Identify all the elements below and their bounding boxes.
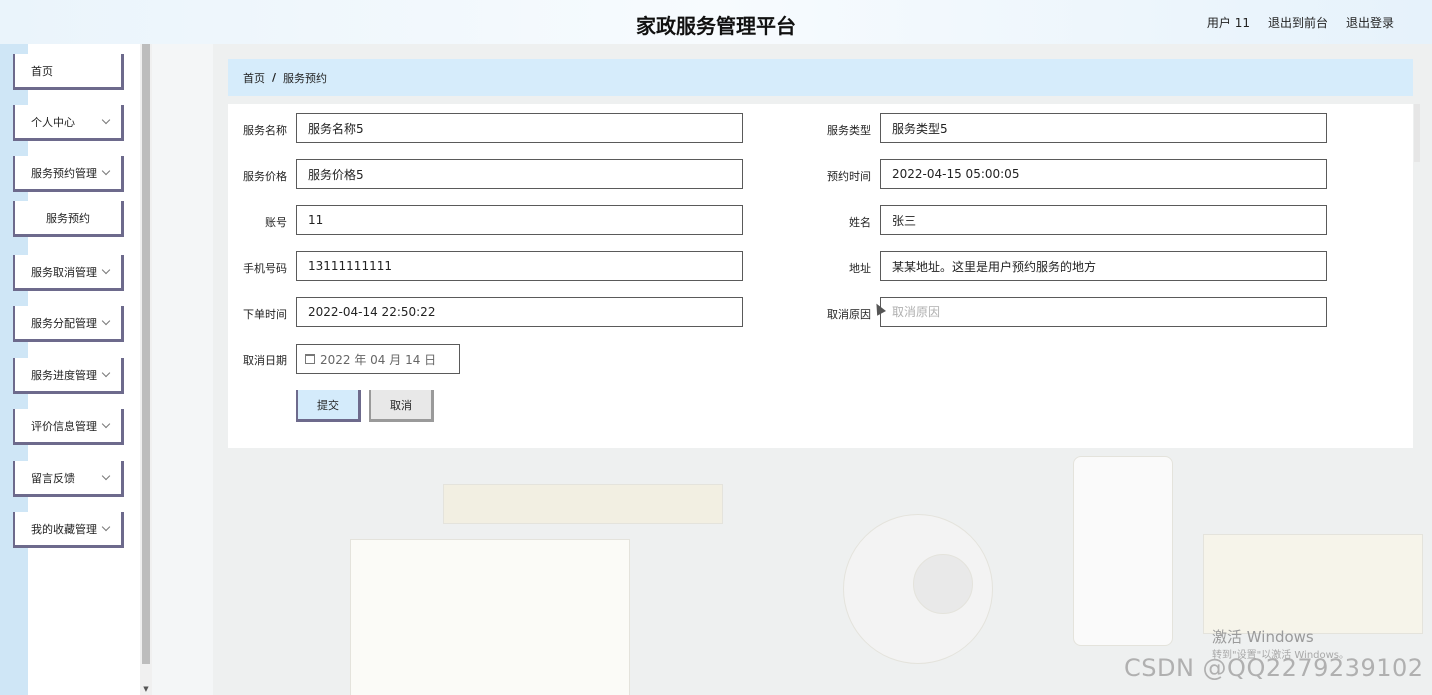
windows-activation-title: 激活 Windows	[1212, 628, 1314, 646]
csdn-watermark: CSDN @QQ2279239102	[1124, 654, 1424, 682]
sidebar-item-label: 留言反馈	[31, 471, 75, 485]
top-header: 家政服务管理平台 用户 11 退出到前台 退出登录	[0, 0, 1432, 44]
cancel-date-value: 2022 年 04 月 14 日	[320, 352, 437, 367]
sidebar-item-label: 首页	[31, 64, 53, 78]
service-price-label: 服务价格	[243, 170, 287, 183]
cancel-date-picker[interactable]: 2022 年 04 月 14 日	[296, 344, 460, 374]
panel-scrollbar[interactable]	[1414, 104, 1420, 162]
sidebar-item-booking-management[interactable]: 服务预约管理	[13, 156, 124, 192]
breadcrumb-separator: /	[272, 71, 277, 84]
sidebar-item-label: 服务进度管理	[31, 368, 97, 382]
sidebar-item-feedback[interactable]: 留言反馈	[13, 461, 124, 497]
service-type-label: 服务类型	[827, 124, 871, 137]
cancel-reason-label: 取消原因	[827, 308, 871, 321]
sidebar-item-label: 服务分配管理	[31, 316, 97, 330]
current-user-link[interactable]: 用户 11	[1207, 14, 1250, 31]
exit-to-front-link[interactable]: 退出到前台	[1268, 14, 1328, 31]
account-input[interactable]	[296, 205, 743, 235]
submit-button[interactable]: 提交	[296, 390, 361, 422]
sidebar-item-review-management[interactable]: 评价信息管理	[13, 409, 124, 445]
breadcrumb-current: 服务预约	[283, 71, 328, 85]
chevron-down-icon	[101, 419, 111, 429]
order-time-input[interactable]	[296, 297, 743, 327]
name-label: 姓名	[849, 216, 871, 229]
background-decoration	[913, 554, 973, 614]
phone-input[interactable]	[296, 251, 743, 281]
sidebar-subitem-booking[interactable]: 服务预约	[13, 201, 124, 237]
sidebar-scrollbar-thumb[interactable]	[142, 44, 150, 664]
breadcrumb: 首页 / 服务预约	[228, 59, 1413, 96]
sidebar-item-cancel-management[interactable]: 服务取消管理	[13, 255, 124, 291]
name-input[interactable]	[880, 205, 1327, 235]
background-decoration	[443, 484, 723, 524]
address-input[interactable]	[880, 251, 1327, 281]
phone-label: 手机号码	[243, 262, 287, 275]
chevron-down-icon	[101, 522, 111, 532]
logout-link[interactable]: 退出登录	[1346, 14, 1394, 31]
sidebar-item-label: 我的收藏管理	[31, 522, 97, 536]
chevron-down-icon	[101, 316, 111, 326]
account-label: 账号	[265, 216, 287, 229]
background-decoration	[1203, 534, 1423, 634]
background-decoration	[1073, 456, 1173, 646]
booking-time-label: 预约时间	[827, 170, 871, 183]
sidebar-item-home[interactable]: 首页	[13, 54, 124, 90]
service-name-input[interactable]	[296, 113, 743, 143]
sidebar-item-personal-center[interactable]: 个人中心	[13, 105, 124, 141]
service-price-input[interactable]	[296, 159, 743, 189]
sidebar-item-label: 个人中心	[31, 115, 75, 129]
breadcrumb-home[interactable]: 首页	[243, 70, 265, 86]
chevron-down-icon	[101, 471, 111, 481]
calendar-icon	[305, 354, 315, 364]
service-name-label: 服务名称	[243, 124, 287, 137]
chevron-down-icon	[101, 265, 111, 275]
cancel-button[interactable]: 取消	[369, 390, 434, 422]
cancel-date-label: 取消日期	[243, 354, 287, 367]
order-time-label: 下单时间	[243, 308, 287, 321]
sidebar-item-favorites-management[interactable]: 我的收藏管理	[13, 512, 124, 548]
sidebar-item-label: 服务预约	[46, 211, 90, 225]
chevron-down-icon	[101, 368, 111, 378]
scroll-down-arrow-icon[interactable]: ▼	[142, 684, 150, 694]
header-actions: 用户 11 退出到前台 退出登录	[1207, 14, 1394, 31]
sidebar-item-label: 服务取消管理	[31, 265, 97, 279]
chevron-down-icon	[101, 166, 111, 176]
chevron-down-icon	[101, 115, 111, 125]
background-decoration	[350, 539, 630, 695]
booking-time-input[interactable]	[880, 159, 1327, 189]
sidebar-item-allocation-management[interactable]: 服务分配管理	[13, 306, 124, 342]
service-type-input[interactable]	[880, 113, 1327, 143]
sidebar-item-progress-management[interactable]: 服务进度管理	[13, 358, 124, 394]
sidebar-item-label: 服务预约管理	[31, 166, 97, 180]
sidebar-item-label: 评价信息管理	[31, 419, 97, 433]
address-label: 地址	[849, 262, 871, 275]
cancel-reason-input[interactable]	[880, 297, 1327, 327]
